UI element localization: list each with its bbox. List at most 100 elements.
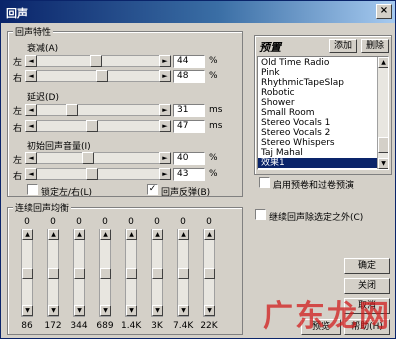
feedback-checkbox[interactable]: ✓ [147,184,158,195]
initial-right-label: 右 [13,172,23,182]
decay-left-input[interactable]: 44 [173,55,205,68]
scroll-up-arrow-icon[interactable]: ▲ [22,229,33,240]
lock-checkbox[interactable] [27,184,38,195]
scroll-left-arrow-icon[interactable]: ◄ [25,152,37,164]
scroll-left-arrow-icon[interactable]: ◄ [25,104,37,116]
preset-scrollbar[interactable]: ▲ ▼ [377,57,388,169]
ok-button[interactable]: 确定 [344,258,390,274]
eq-band-slider[interactable]: ▲ ▼ [21,229,33,317]
scroll-up-arrow-icon[interactable]: ▲ [152,229,163,240]
initial-right-input[interactable]: 43 [173,168,205,181]
scroll-up-arrow-icon[interactable]: ▲ [74,229,85,240]
window-title: 回声 [6,7,28,20]
scroll-up-arrow-icon[interactable]: ▲ [378,57,388,68]
scroll-down-arrow-icon[interactable]: ▼ [22,305,33,316]
close-icon[interactable]: × [376,4,392,19]
preset-list-item[interactable]: 效果1 [258,158,377,168]
decay-left-thumb[interactable] [90,55,102,67]
scroll-down-arrow-icon[interactable]: ▼ [378,158,388,169]
scroll-down-arrow-icon[interactable]: ▼ [48,305,59,316]
decay-label: 衰减(A) [27,44,59,54]
initial-left-slider[interactable]: ◄ ► [25,152,171,164]
scroll-left-arrow-icon[interactable]: ◄ [25,168,37,180]
eq-band-thumb[interactable] [152,268,163,279]
initial-left-unit: % [209,153,218,163]
preset-list-item[interactable]: Stereo Vocals 1 [258,118,377,128]
scroll-up-arrow-icon[interactable]: ▲ [48,229,59,240]
scroll-left-arrow-icon[interactable]: ◄ [25,55,37,67]
preset-list-item[interactable]: Taj Mahal [258,148,377,158]
scroll-right-arrow-icon[interactable]: ► [159,120,171,132]
scroll-down-arrow-icon[interactable]: ▼ [100,305,111,316]
eq-band-thumb[interactable] [126,268,137,279]
eq-band-frequency-label: 22K [200,321,218,331]
eq-band-slider[interactable]: ▲ ▼ [177,229,189,317]
preset-list-item[interactable]: RhythmicTapeSlap [258,78,377,88]
scroll-right-arrow-icon[interactable]: ► [159,104,171,116]
eq-band-slider[interactable]: ▲ ▼ [47,229,59,317]
preset-list-item[interactable]: Shower [258,98,377,108]
continue-checkbox[interactable] [255,209,266,220]
preset-list-item[interactable]: Small Room [258,108,377,118]
continue-label: 继续回声除选定之外(C) [269,213,364,223]
eq-band-top-label: 0 [128,217,134,227]
initial-right-unit: % [209,169,218,179]
scroll-right-arrow-icon[interactable]: ► [159,70,171,82]
delay-right-slider[interactable]: ◄ ► [25,120,171,132]
eq-band-frequency-label: 689 [96,321,114,331]
eq-band-slider[interactable]: ▲ ▼ [73,229,85,317]
delay-left-slider[interactable]: ◄ ► [25,104,171,116]
initial-left-input[interactable]: 40 [173,152,205,165]
scroll-left-arrow-icon[interactable]: ◄ [25,120,37,132]
eq-band-thumb[interactable] [22,268,33,279]
delay-right-input[interactable]: 47 [173,120,205,133]
eq-band-thumb[interactable] [100,268,111,279]
decay-right-input[interactable]: 48 [173,70,205,83]
delay-left-input[interactable]: 31 [173,104,205,117]
delete-preset-button[interactable]: 删除 [361,39,389,53]
scroll-left-arrow-icon[interactable]: ◄ [25,70,37,82]
delay-right-thumb[interactable] [86,120,98,132]
scroll-up-arrow-icon[interactable]: ▲ [100,229,111,240]
scroll-down-arrow-icon[interactable]: ▼ [152,305,163,316]
scroll-down-arrow-icon[interactable]: ▼ [126,305,137,316]
enable-preview-checkbox[interactable] [259,177,270,188]
scroll-right-arrow-icon[interactable]: ► [159,168,171,180]
initial-right-slider[interactable]: ◄ ► [25,168,171,180]
eq-band-top-label: 0 [76,217,82,227]
eq-band-thumb[interactable] [204,268,215,279]
preset-list-item[interactable]: Stereo Whispers [258,138,377,148]
preset-list-item[interactable]: Old Time Radio [258,58,377,68]
scroll-down-arrow-icon[interactable]: ▼ [204,305,215,316]
scroll-up-arrow-icon[interactable]: ▲ [126,229,137,240]
initial-left-thumb[interactable] [82,152,94,164]
scroll-right-arrow-icon[interactable]: ► [159,152,171,164]
eq-band-thumb[interactable] [178,268,189,279]
eq-band-top-label: 0 [180,217,186,227]
preset-list-item[interactable]: Robotic [258,88,377,98]
initial-right-thumb[interactable] [86,168,98,180]
preset-list[interactable]: Old Time Radio Pink RhythmicTapeSlap Roboti… [257,56,389,170]
preset-list-item[interactable]: Pink [258,68,377,78]
eq-band-slider[interactable]: ▲ ▼ [125,229,137,317]
eq-band-thumb[interactable] [74,268,85,279]
eq-band-top-label: 0 [154,217,160,227]
scroll-up-arrow-icon[interactable]: ▲ [204,229,215,240]
eq-band-slider[interactable]: ▲ ▼ [203,229,215,317]
scroll-right-arrow-icon[interactable]: ► [159,55,171,67]
scroll-up-arrow-icon[interactable]: ▲ [178,229,189,240]
scroll-down-arrow-icon[interactable]: ▼ [74,305,85,316]
scroll-down-arrow-icon[interactable]: ▼ [178,305,189,316]
eq-band-slider[interactable]: ▲ ▼ [151,229,163,317]
decay-right-thumb[interactable] [96,70,108,82]
preset-scroll-thumb[interactable] [378,137,388,153]
eq-band-thumb[interactable] [48,268,59,279]
eq-band-slider[interactable]: ▲ ▼ [99,229,111,317]
decay-right-slider[interactable]: ◄ ► [25,70,171,82]
delay-left-thumb[interactable] [66,104,78,116]
decay-left-slider[interactable]: ◄ ► [25,55,171,67]
add-preset-button[interactable]: 添加 [329,39,357,53]
delay-left-label: 左 [13,107,23,117]
decay-right-label: 右 [13,74,23,84]
preset-list-item[interactable]: Stereo Vocals 2 [258,128,377,138]
